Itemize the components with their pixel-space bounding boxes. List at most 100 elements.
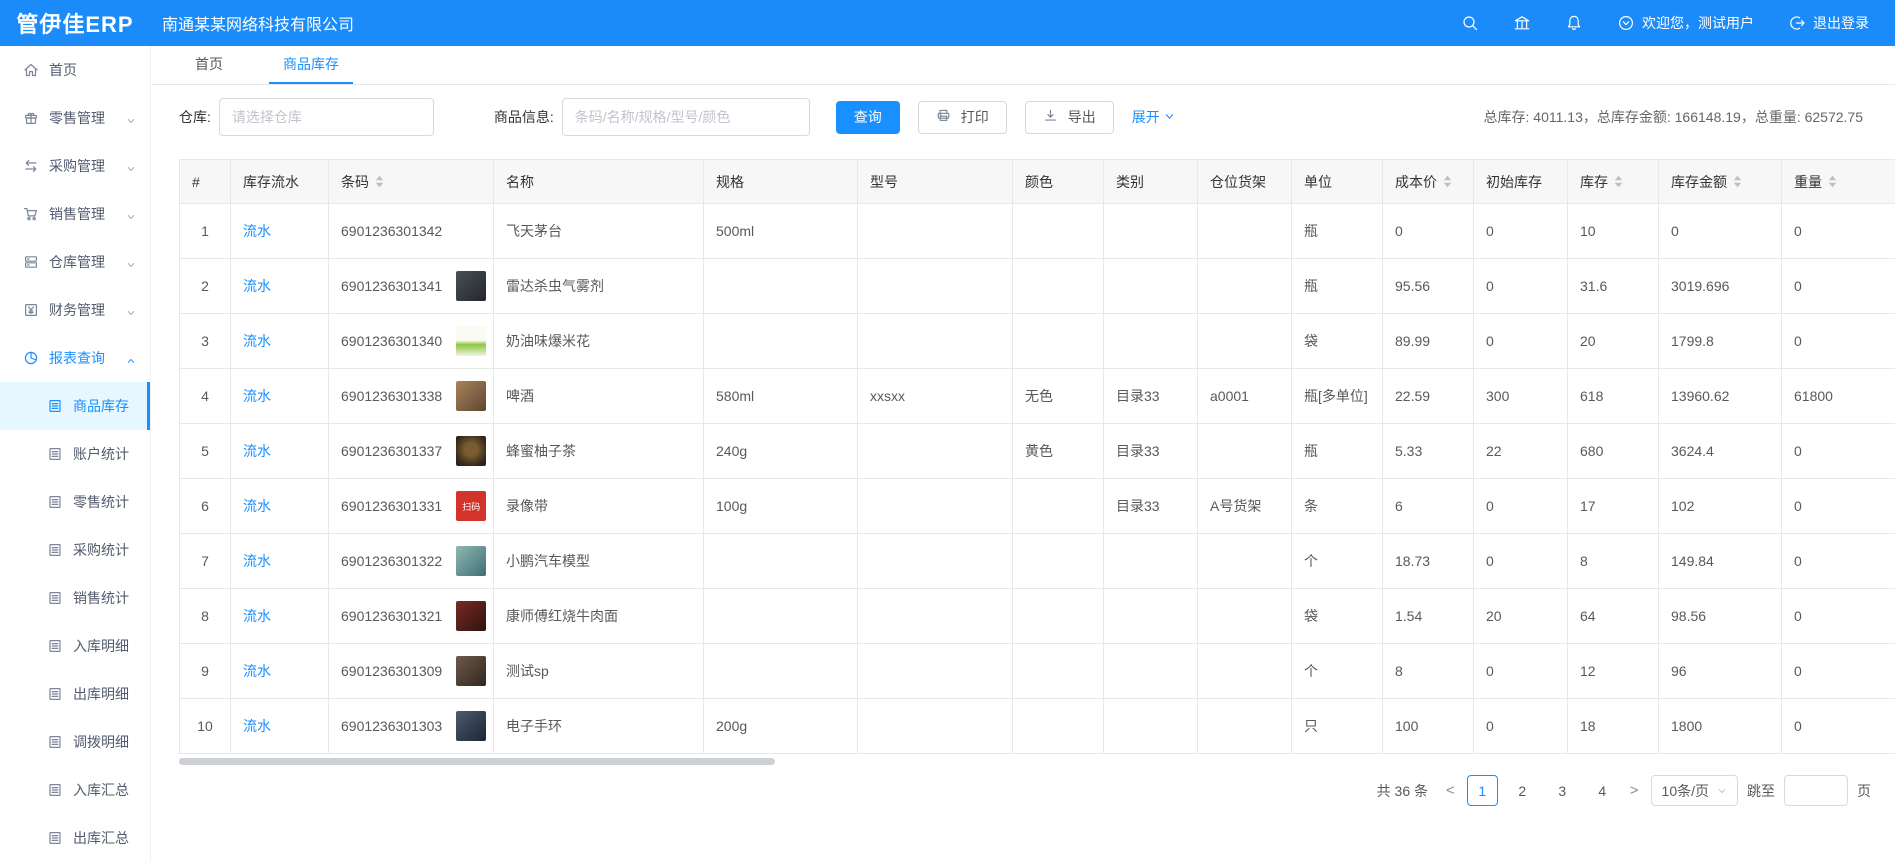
sidebar-item-首页[interactable]: 首页: [0, 46, 150, 94]
export-button[interactable]: 导出: [1025, 101, 1114, 134]
cell-index: 6: [180, 479, 231, 534]
cell-initial: 0: [1474, 314, 1568, 369]
column-header-条码[interactable]: 条码: [329, 160, 494, 204]
pagination-page-2[interactable]: 2: [1507, 775, 1538, 806]
sidebar-item-入库汇总[interactable]: 入库汇总: [0, 766, 150, 814]
sidebar-item-财务管理[interactable]: 财务管理: [0, 286, 150, 334]
cell-name: 奶油味爆米花: [494, 314, 704, 369]
cell-unit: 袋: [1292, 589, 1383, 644]
sidebar-item-入库明细[interactable]: 入库明细: [0, 622, 150, 670]
horizontal-scrollbar-thumb[interactable]: [179, 758, 775, 765]
sidebar-item-采购统计[interactable]: 采购统计: [0, 526, 150, 574]
search-button[interactable]: 查询: [836, 101, 900, 134]
stock-flow-link[interactable]: 流水: [243, 498, 271, 514]
cell-stock: 17: [1568, 479, 1659, 534]
table-row: 1流水6901236301342飞天茅台500ml瓶001000: [180, 204, 1895, 259]
column-header-成本价[interactable]: 成本价: [1383, 160, 1474, 204]
inventory-table: #库存流水条码名称规格型号颜色类别仓位货架单位成本价初始库存库存库存金额重量 1…: [179, 159, 1895, 754]
cell-index: 5: [180, 424, 231, 479]
column-header-label: 单位: [1304, 172, 1332, 192]
pagination-page-3[interactable]: 3: [1547, 775, 1578, 806]
logout-button[interactable]: 退出登录: [1788, 13, 1869, 33]
cell-initial: 20: [1474, 589, 1568, 644]
sort-carets-icon[interactable]: [1733, 175, 1742, 188]
search-icon[interactable]: [1461, 14, 1479, 32]
column-header-库存[interactable]: 库存: [1568, 160, 1659, 204]
cell-category: [1104, 259, 1198, 314]
sidebar-item-销售管理[interactable]: 销售管理: [0, 190, 150, 238]
column-header-inner: 规格: [716, 172, 845, 192]
stock-flow-link[interactable]: 流水: [243, 553, 271, 569]
pagination: 共 36 条<1234>10条/页跳至页: [179, 775, 1875, 806]
warehouse-select-input[interactable]: [219, 98, 434, 136]
print-button[interactable]: 打印: [918, 101, 1007, 134]
cell-category: 目录33: [1104, 369, 1198, 424]
sidebar-item-出库明细[interactable]: 出库明细: [0, 670, 150, 718]
barcode-with-thumb: 6901236301321: [341, 601, 481, 631]
cell-shelf: [1198, 204, 1292, 259]
column-header-label: 规格: [716, 172, 744, 192]
sort-carets-icon[interactable]: [375, 175, 384, 188]
cell-unit: 袋: [1292, 314, 1383, 369]
stock-flow-link[interactable]: 流水: [243, 223, 271, 239]
stock-flow-link[interactable]: 流水: [243, 388, 271, 404]
column-header-重量[interactable]: 重量: [1782, 160, 1895, 204]
sort-carets-icon[interactable]: [1828, 175, 1837, 188]
bell-icon[interactable]: [1565, 14, 1583, 32]
pagination-prev-button[interactable]: <: [1443, 782, 1458, 799]
column-header-inner: 类别: [1116, 172, 1185, 192]
page-size-select[interactable]: 10条/页: [1651, 775, 1738, 806]
jump-page-input[interactable]: [1784, 775, 1848, 806]
cell-shelf: [1198, 259, 1292, 314]
barcode-with-thumb: 6901236301303: [341, 711, 481, 741]
cell-shelf: [1198, 589, 1292, 644]
barcode-text: 6901236301338: [341, 388, 442, 404]
sidebar-item-采购管理[interactable]: 采购管理: [0, 142, 150, 190]
chevron-down-icon: [126, 257, 136, 267]
stock-flow-link[interactable]: 流水: [243, 718, 271, 734]
sidebar-item-报表查询[interactable]: 报表查询: [0, 334, 150, 382]
tab-首页[interactable]: 首页: [181, 46, 237, 84]
stock-flow-link[interactable]: 流水: [243, 608, 271, 624]
bank-icon[interactable]: [1513, 14, 1531, 32]
column-header-inner: #: [192, 174, 218, 190]
sidebar-item-零售管理[interactable]: 零售管理: [0, 94, 150, 142]
column-header-库存金额[interactable]: 库存金额: [1659, 160, 1782, 204]
sidebar-item-商品库存[interactable]: 商品库存: [0, 382, 150, 430]
cell-color: [1013, 204, 1104, 259]
cell-unit: 瓶[多单位]: [1292, 369, 1383, 424]
stock-flow-link[interactable]: 流水: [243, 333, 271, 349]
stock-flow-link[interactable]: 流水: [243, 663, 271, 679]
top-bar: 管伊佳ERP 南通某某网络科技有限公司 欢迎您，测试用户 退出登录: [0, 0, 1895, 46]
chevron-up-icon: [126, 353, 136, 363]
sort-carets-icon[interactable]: [1443, 175, 1452, 188]
cell-spec: 200g: [704, 699, 858, 754]
home-icon: [23, 62, 39, 78]
sidebar-item-销售统计[interactable]: 销售统计: [0, 574, 150, 622]
sidebar-item-调拨明细[interactable]: 调拨明细: [0, 718, 150, 766]
cell-shelf: [1198, 699, 1292, 754]
cell-color: [1013, 259, 1104, 314]
cell-flow: 流水: [231, 424, 329, 479]
expand-toggle[interactable]: 展开: [1132, 107, 1175, 127]
table-row: 7流水6901236301322小鹏汽车模型个18.7308149.840: [180, 534, 1895, 589]
cell-model: [858, 424, 1013, 479]
product-search-input[interactable]: [562, 98, 810, 136]
cell-category: 目录33: [1104, 479, 1198, 534]
pagination-next-button[interactable]: >: [1627, 782, 1642, 799]
sidebar-item-出库汇总[interactable]: 出库汇总: [0, 814, 150, 862]
sort-carets-icon[interactable]: [1614, 175, 1623, 188]
cell-category: [1104, 314, 1198, 369]
pagination-page-4[interactable]: 4: [1587, 775, 1618, 806]
cell-model: [858, 589, 1013, 644]
user-menu[interactable]: 欢迎您，测试用户: [1617, 13, 1754, 33]
tab-商品库存[interactable]: 商品库存: [269, 46, 353, 84]
cell-amount: 96: [1659, 644, 1782, 699]
stock-flow-link[interactable]: 流水: [243, 443, 271, 459]
sidebar-item-账户统计[interactable]: 账户统计: [0, 430, 150, 478]
sidebar-item-仓库管理[interactable]: 仓库管理: [0, 238, 150, 286]
stock-flow-link[interactable]: 流水: [243, 278, 271, 294]
cell-color: [1013, 589, 1104, 644]
sidebar-item-零售统计[interactable]: 零售统计: [0, 478, 150, 526]
pagination-page-1[interactable]: 1: [1467, 775, 1498, 806]
